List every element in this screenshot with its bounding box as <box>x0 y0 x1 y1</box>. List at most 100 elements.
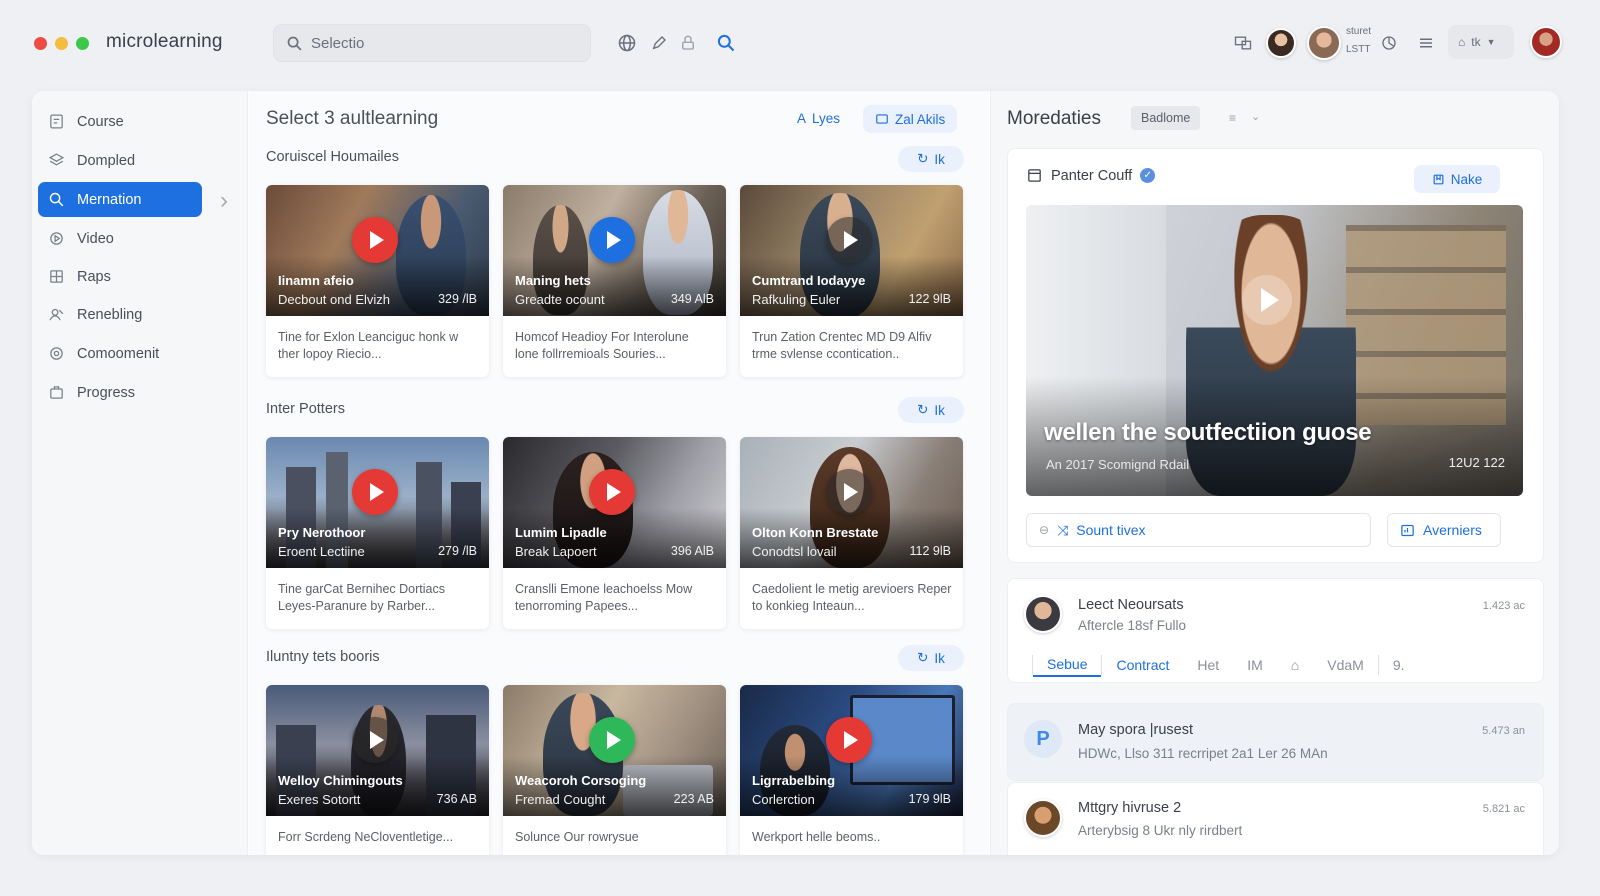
nake-button[interactable]: Nake <box>1414 165 1500 193</box>
close-window-button[interactable] <box>34 37 47 50</box>
video-title: Cumtrand Iodayye <box>752 273 866 288</box>
featured-video-player[interactable]: wellen the soutfectiion guose An 2017 Sc… <box>1026 205 1523 496</box>
image-icon <box>876 114 888 124</box>
video-thumbnail: Welloy Chimingouts Exeres Sotortt 736 AB <box>266 685 489 816</box>
video-subtitle: Exeres Sotortt <box>278 792 361 807</box>
lyes-button[interactable]: A Lyes <box>785 105 852 131</box>
home-icon[interactable]: ⌂ <box>1277 653 1313 677</box>
globe-icon[interactable] <box>616 32 638 54</box>
sidebar-item-mernation[interactable]: Mernation <box>38 182 202 217</box>
sidebar-item-comoomenit[interactable]: Comoomenit <box>38 336 202 371</box>
sidebar-item-video[interactable]: Video <box>38 221 202 256</box>
play-icon[interactable] <box>826 217 872 263</box>
video-duration: 122 9lB <box>908 292 951 306</box>
play-icon[interactable] <box>352 469 398 515</box>
message-avatar[interactable]: P <box>1024 720 1062 758</box>
play-icon[interactable] <box>352 717 398 763</box>
grid-icon <box>50 270 63 283</box>
video-title: Ligrrabelbing <box>752 773 836 788</box>
user-icon <box>49 308 64 321</box>
video-title: Maning hets <box>515 273 591 288</box>
play-icon[interactable] <box>352 217 398 263</box>
sidebar-item-renebling[interactable]: Renebling <box>38 297 202 332</box>
tab-more[interactable]: 9. <box>1379 653 1419 677</box>
minus-circle-icon: ⊖ <box>1039 523 1050 537</box>
tab-im[interactable]: IM <box>1233 653 1277 677</box>
sidebar-item-dompled[interactable]: Dompled <box>38 143 202 178</box>
message-item[interactable]: P May spora |rusest HDWc, Llso 311 recrr… <box>1007 703 1544 781</box>
user-meta: LSTT <box>1346 44 1371 55</box>
search-action-icon[interactable] <box>715 32 737 54</box>
video-thumbnail: Ligrrabelbing Corlerction 179 9lB <box>740 685 963 816</box>
section-filter-chip[interactable]: ↻ Ik <box>898 397 964 423</box>
tab-het[interactable]: Het <box>1183 653 1233 677</box>
video-card[interactable]: Weacoroh Corsoging Fremad Cought 223 AB … <box>503 685 726 855</box>
devices-icon[interactable] <box>1232 32 1254 54</box>
lock-icon[interactable] <box>677 32 699 54</box>
video-card[interactable]: Iinamn afeio Decbout ond Elvizh 329 /lB … <box>266 185 489 377</box>
sidebar-item-progress[interactable]: Progress <box>38 375 202 410</box>
chevron-down-icon[interactable]: ⌄ <box>1251 110 1260 123</box>
video-description: Forr Scrdeng NeCloventletige... <box>278 830 454 844</box>
maximize-window-button[interactable] <box>76 37 89 50</box>
video-card[interactable]: Pry Nerothoor Eroent Lectiine 279 /lB Ti… <box>266 437 489 629</box>
minimize-window-button[interactable] <box>55 37 68 50</box>
chevron-down-icon: ▼ <box>1486 37 1496 47</box>
video-subtitle: Greadte ocount <box>515 292 605 307</box>
video-card[interactable]: Welloy Chimingouts Exeres Sotortt 736 AB… <box>266 685 489 855</box>
bookmark-icon <box>1433 174 1444 184</box>
sidebar-item-raps[interactable]: Raps <box>38 259 202 294</box>
profile-avatar[interactable] <box>1530 26 1562 58</box>
circle-icon <box>50 347 63 360</box>
averniers-button[interactable]: Averniers <box>1387 513 1501 547</box>
collaborator-avatar[interactable] <box>1266 28 1296 58</box>
video-card[interactable]: Maning hets Greadte ocount 349 AlB Homco… <box>503 185 726 377</box>
video-title: Olton Konn Brestate <box>752 525 879 540</box>
video-thumbnail: Cumtrand Iodayye Rafkuling Euler 122 9lB <box>740 185 963 316</box>
search-input[interactable] <box>311 34 571 52</box>
sount-tivex-button[interactable]: ⊖ ⤨ Sount tivex <box>1026 513 1371 547</box>
search-bar[interactable] <box>273 24 591 62</box>
section-filter-chip[interactable]: ↻ Ik <box>898 645 964 671</box>
list-view-icon[interactable]: ≡ <box>1229 111 1236 125</box>
video-card[interactable]: Lumim Lipadle Break Lapoert 396 AlB Cran… <box>503 437 726 629</box>
panel-badge[interactable]: Badlome <box>1131 106 1201 130</box>
refresh-icon: ↻ <box>917 402 929 417</box>
video-subtitle: An 2017 Scomignd Rdail <box>1046 457 1190 472</box>
video-title: Pry Nerothoor <box>278 525 366 540</box>
top-bar: microlearning sturet LSTT ⌂ tk ▼ <box>0 0 1600 88</box>
section-filter-chip[interactable]: ↻ Ik <box>898 146 964 172</box>
pen-icon[interactable] <box>648 32 670 54</box>
language-selector[interactable]: ⌂ tk ▼ <box>1448 25 1514 59</box>
verified-icon: ✓ <box>1140 168 1156 183</box>
video-description: Tine for Exlon Leanciguc honk w ther lop… <box>278 330 459 361</box>
author-name: Panter Couff <box>1051 167 1133 184</box>
contact-avatar[interactable] <box>1024 595 1062 633</box>
zal-akils-button[interactable]: Zal Akils <box>863 105 958 133</box>
play-icon[interactable] <box>589 717 635 763</box>
video-title: Lumim Lipadle <box>515 525 607 540</box>
sidebar-item-course[interactable]: Course <box>38 104 202 139</box>
video-card[interactable]: Olton Konn Brestate Conodtsl lovail 112 … <box>740 437 963 629</box>
user-avatar[interactable] <box>1307 26 1341 60</box>
play-icon[interactable] <box>1242 275 1292 325</box>
video-description: Caedolient le metig arevioers Reper to k… <box>752 582 952 613</box>
chevron-right-icon[interactable]: › <box>220 187 228 215</box>
video-thumbnail: Iinamn afeio Decbout ond Elvizh 329 /lB <box>266 185 489 316</box>
video-card[interactable]: Ligrrabelbing Corlerction 179 9lB Werkpo… <box>740 685 963 855</box>
menu-icon[interactable] <box>1415 32 1437 54</box>
tab-sebue[interactable]: Sebue <box>1033 653 1102 677</box>
video-card[interactable]: Cumtrand Iodayye Rafkuling Euler 122 9lB… <box>740 185 963 377</box>
message-avatar[interactable] <box>1024 799 1062 837</box>
play-icon[interactable] <box>826 469 872 515</box>
contact-card[interactable]: Leect Neoursats Aftercle 18sf Fullo 1.42… <box>1007 578 1544 683</box>
video-thumbnail: Pry Nerothoor Eroent Lectiine 279 /lB <box>266 437 489 568</box>
message-item[interactable]: Mttgry hivruse 2 Arterybsig 8 Ukr nly ri… <box>1007 782 1544 855</box>
play-icon[interactable] <box>826 717 872 763</box>
tab-contract[interactable]: Contract <box>1102 653 1183 677</box>
video-title: Iinamn afeio <box>278 273 354 288</box>
play-icon[interactable] <box>589 217 635 263</box>
tab-vdam[interactable]: VdaM <box>1313 653 1378 677</box>
play-icon[interactable] <box>589 469 635 515</box>
chart-icon[interactable] <box>1378 32 1400 54</box>
